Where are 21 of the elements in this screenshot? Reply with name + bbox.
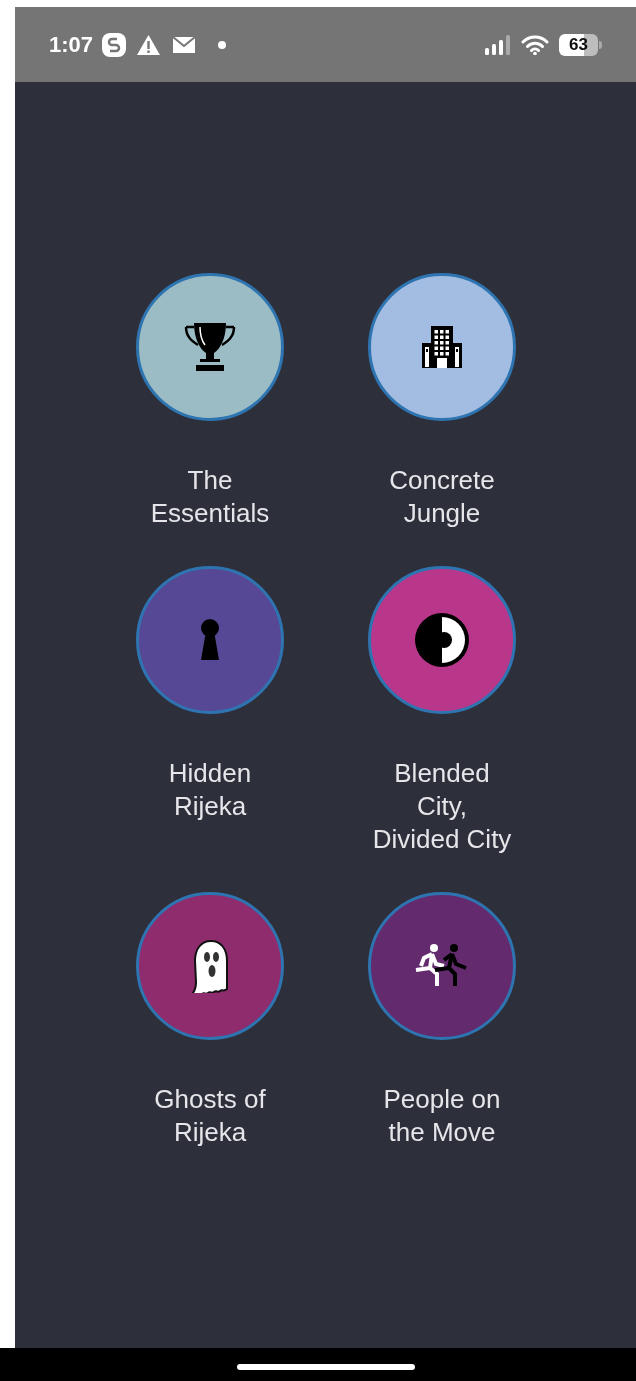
category-label[interactable]: Blended City, Divided City: [372, 757, 512, 856]
keyhole-icon: [199, 619, 221, 661]
runners-icon: [415, 944, 469, 988]
mail-icon: [172, 35, 197, 54]
wifi-icon: [521, 34, 549, 55]
category-label[interactable]: Hidden Rijeka: [140, 757, 280, 823]
clock: 1:07: [49, 31, 94, 59]
trophy-icon: [182, 321, 238, 373]
category-label[interactable]: Ghosts of Rijeka: [140, 1083, 280, 1149]
battery-percentage: 63: [569, 36, 588, 53]
building-icon: [421, 325, 463, 369]
home-indicator[interactable]: [236, 1363, 415, 1370]
category-label[interactable]: Concrete Jungle: [372, 464, 512, 530]
app-notification-icon: [102, 32, 127, 57]
half-circle-icon: [414, 612, 470, 668]
signal-icon: [485, 34, 513, 55]
category-label[interactable]: People on the Move: [372, 1083, 512, 1149]
warning-icon: [136, 33, 162, 56]
ghost-icon: [189, 939, 231, 993]
dot-icon: [218, 40, 227, 49]
category-label[interactable]: The Essentials: [140, 464, 280, 530]
